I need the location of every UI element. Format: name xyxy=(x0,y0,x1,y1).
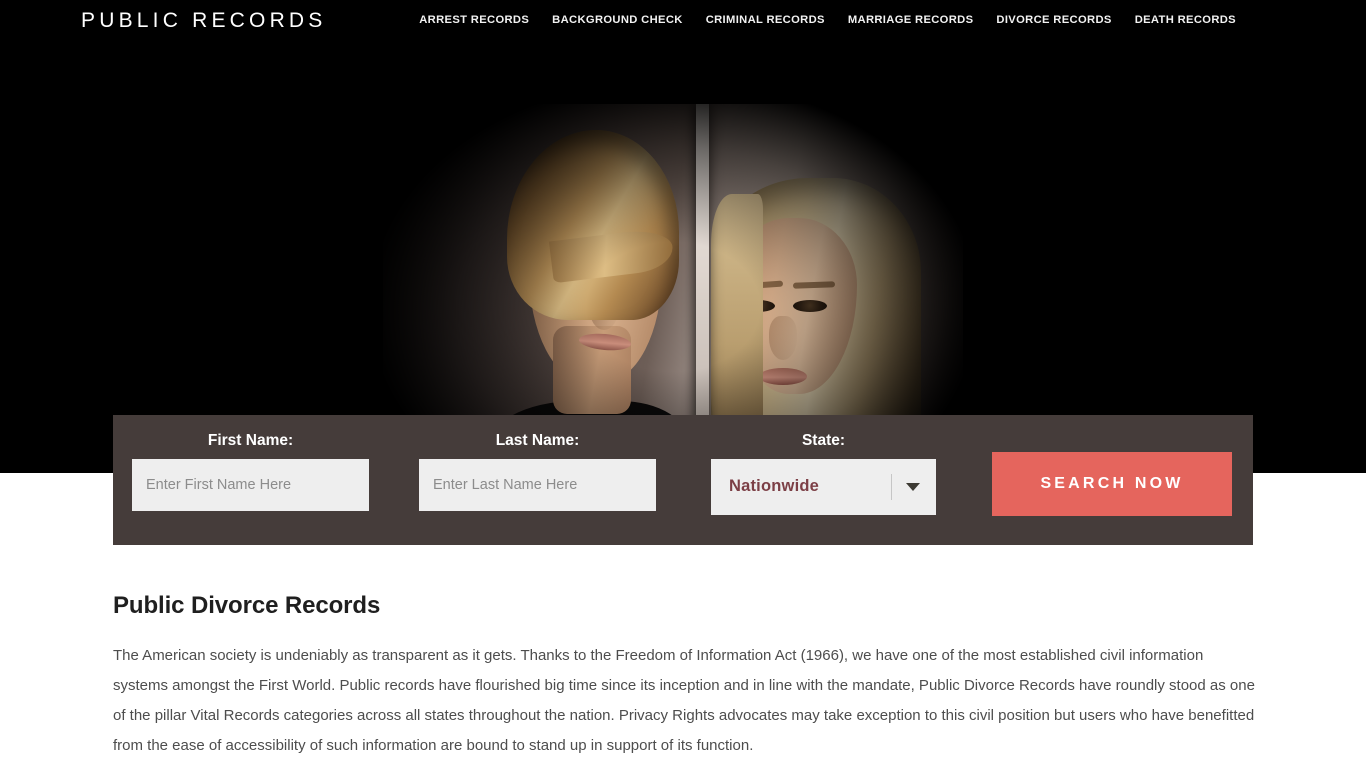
hero-banner xyxy=(0,0,1366,473)
state-select-value: Nationwide xyxy=(729,477,820,495)
nav-item-death-records[interactable]: DEATH RECORDS xyxy=(1135,14,1236,26)
site-logo[interactable]: PUBLIC RECORDS xyxy=(81,9,327,33)
search-now-button[interactable]: SEARCH NOW xyxy=(992,452,1232,516)
nav-item-arrest-records[interactable]: ARREST RECORDS xyxy=(419,14,529,26)
nav-item-background-check[interactable]: BACKGROUND CHECK xyxy=(552,14,683,26)
state-label: State: xyxy=(801,432,846,449)
man-hair xyxy=(507,130,679,320)
state-select[interactable]: Nationwide xyxy=(711,458,936,515)
first-name-input[interactable] xyxy=(132,458,369,511)
state-field-group: State: Nationwide xyxy=(711,415,936,515)
state-select-separator xyxy=(891,473,892,500)
chevron-down-icon xyxy=(906,482,920,491)
nav-item-criminal-records[interactable]: CRIMINAL RECORDS xyxy=(706,14,825,26)
nav-item-marriage-records[interactable]: MARRIAGE RECORDS xyxy=(848,14,974,26)
woman-right-eye xyxy=(793,300,827,312)
woman-nose xyxy=(769,316,797,360)
article-section: Public Divorce Records The American soci… xyxy=(113,592,1255,761)
search-form: First Name: Last Name: State: Nationwide… xyxy=(113,415,1253,545)
first-name-label: First Name: xyxy=(207,432,294,449)
woman-lips xyxy=(759,368,807,385)
last-name-input[interactable] xyxy=(419,458,656,511)
nav-item-divorce-records[interactable]: DIVORCE RECORDS xyxy=(996,14,1111,26)
woman-hair-front xyxy=(711,194,763,444)
main-navigation: ARREST RECORDS BACKGROUND CHECK CRIMINAL… xyxy=(419,14,1236,26)
last-name-label: Last Name: xyxy=(495,432,580,449)
article-body: The American society is undeniably as tr… xyxy=(113,647,1255,754)
site-header: PUBLIC RECORDS ARREST RECORDS BACKGROUND… xyxy=(0,0,1366,44)
last-name-field-group: Last Name: xyxy=(419,415,656,511)
first-name-field-group: First Name: xyxy=(132,415,369,511)
page-title: Public Divorce Records xyxy=(113,592,381,619)
